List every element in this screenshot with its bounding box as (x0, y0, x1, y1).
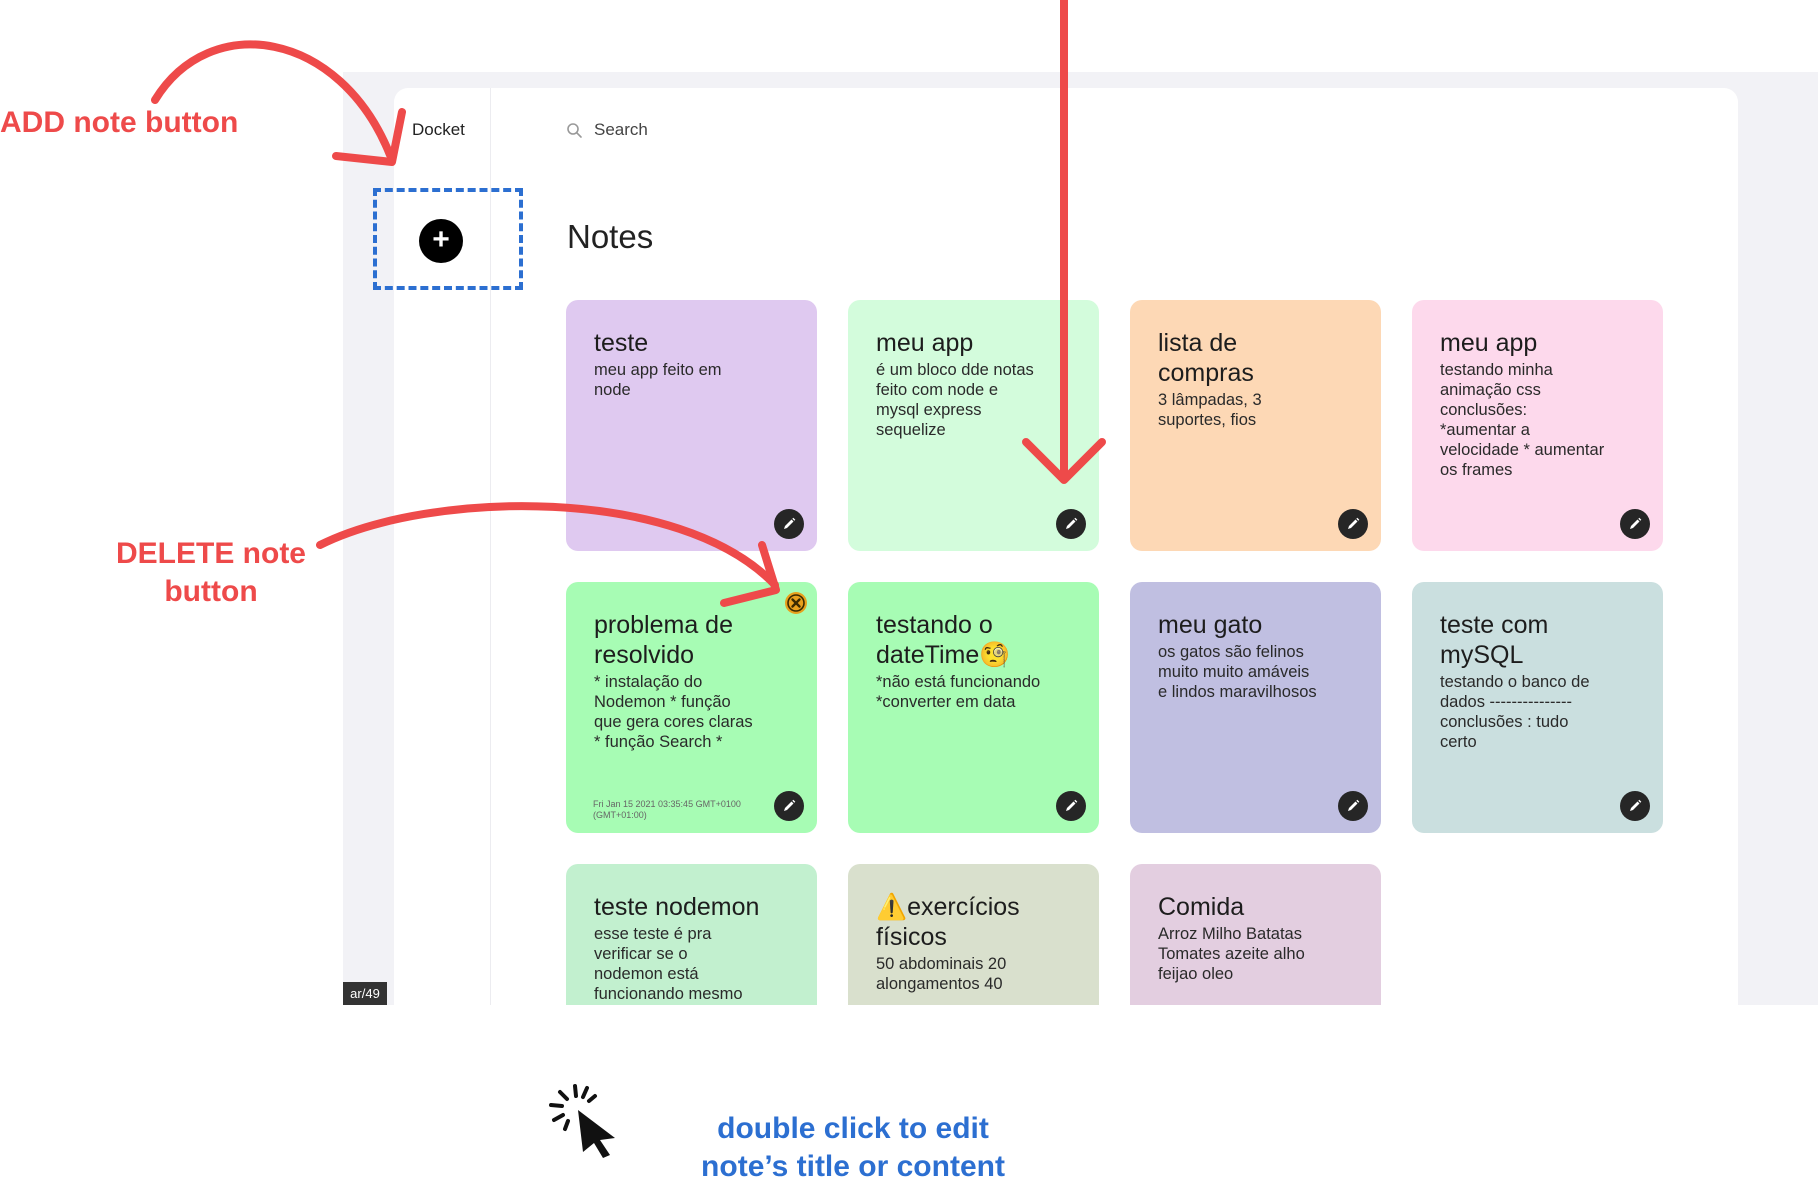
dblclick-annotation-line2: note’s title or content (701, 1150, 1005, 1183)
add-note-annotation: ADD note button (0, 106, 239, 139)
delete-note-annotation: DELETE note button (96, 535, 326, 611)
delete-annotation-line2: button (164, 575, 258, 608)
delete-annotation-arrow (316, 502, 779, 589)
click-cursor-icon (549, 1084, 615, 1158)
dblclick-annotation-line1: double click to edit (717, 1112, 989, 1145)
double-click-annotation: double click to edit note’s title or con… (673, 1110, 1033, 1186)
delete-annotation-line1: DELETE note (115, 537, 306, 570)
